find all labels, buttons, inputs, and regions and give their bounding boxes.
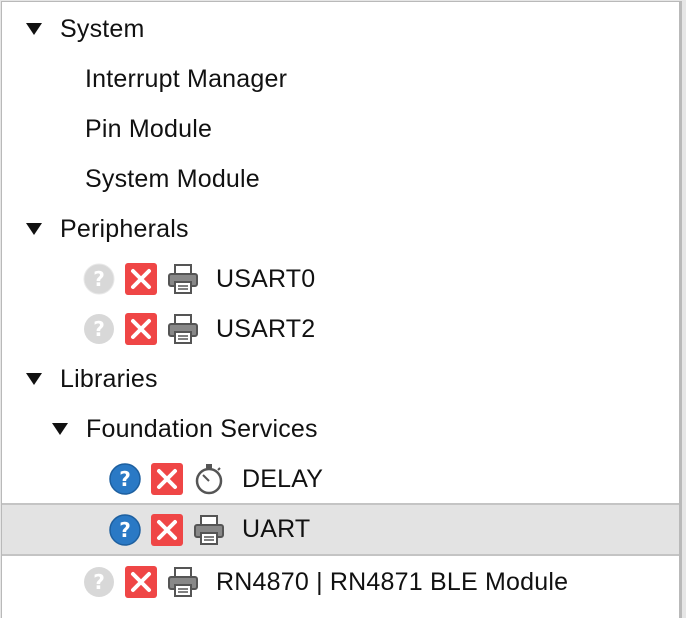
disclosure-triangle-icon[interactable] (26, 373, 42, 385)
tree-item-label: RN4870 | RN4871 BLE Module (216, 567, 569, 596)
project-resources-tree: System Interrupt Manager Pin Module Syst… (1, 1, 682, 618)
help-disabled-icon: ? (82, 262, 116, 296)
printer-icon (166, 312, 200, 346)
tree-node-label: System (60, 14, 145, 43)
error-x-icon (124, 565, 158, 599)
printer-icon (166, 565, 200, 599)
tree-item-label: System Module (85, 164, 260, 193)
svg-text:?: ? (119, 518, 131, 542)
tree-node-label: Foundation Services (86, 414, 318, 443)
help-icon[interactable]: ? (108, 513, 142, 547)
tree-item-label: USART0 (216, 264, 316, 293)
tree-node-label: Libraries (60, 364, 158, 393)
tree-node-foundation-services[interactable]: Foundation Services (2, 404, 679, 454)
tree-item-uart[interactable]: ? UART (2, 503, 679, 556)
tree-item-label: USART2 (216, 314, 316, 343)
tree-item-delay[interactable]: ? DELAY (2, 454, 679, 504)
tree-item-rn4870-ble-module[interactable]: ? RN4870 | RN4871 BLE Module (2, 557, 679, 607)
help-icon[interactable]: ? (108, 462, 142, 496)
svg-text:?: ? (93, 570, 105, 594)
svg-text:?: ? (93, 267, 105, 291)
tree-node-system[interactable]: System (2, 4, 679, 54)
disclosure-triangle-icon[interactable] (52, 423, 68, 435)
error-x-icon (124, 312, 158, 346)
error-x-icon (124, 262, 158, 296)
help-disabled-icon: ? (82, 312, 116, 346)
printer-icon (166, 262, 200, 296)
tree-item-pin-module[interactable]: Pin Module (2, 104, 679, 154)
printer-icon (192, 513, 226, 547)
tree-item-label: Interrupt Manager (85, 64, 288, 93)
tree-item-label: DELAY (242, 464, 324, 493)
tree-item-system-module[interactable]: System Module (2, 154, 679, 204)
help-disabled-icon: ? (82, 565, 116, 599)
error-x-icon (150, 513, 184, 547)
disclosure-triangle-icon[interactable] (26, 23, 42, 35)
stopwatch-icon (192, 462, 226, 496)
tree-node-label: Peripherals (60, 214, 189, 243)
tree-node-peripherals[interactable]: Peripherals (2, 204, 679, 254)
tree-node-libraries[interactable]: Libraries (2, 354, 679, 404)
tree-item-usart2[interactable]: ? USART2 (2, 304, 679, 354)
tree-item-usart0[interactable]: ? USART0 (2, 254, 679, 304)
svg-text:?: ? (93, 317, 105, 341)
tree-item-label: UART (242, 515, 311, 543)
tree-item-label: Pin Module (85, 114, 213, 143)
error-x-icon (150, 462, 184, 496)
tree-item-interrupt-manager[interactable]: Interrupt Manager (2, 54, 679, 104)
svg-text:?: ? (119, 467, 131, 491)
disclosure-triangle-icon[interactable] (26, 223, 42, 235)
